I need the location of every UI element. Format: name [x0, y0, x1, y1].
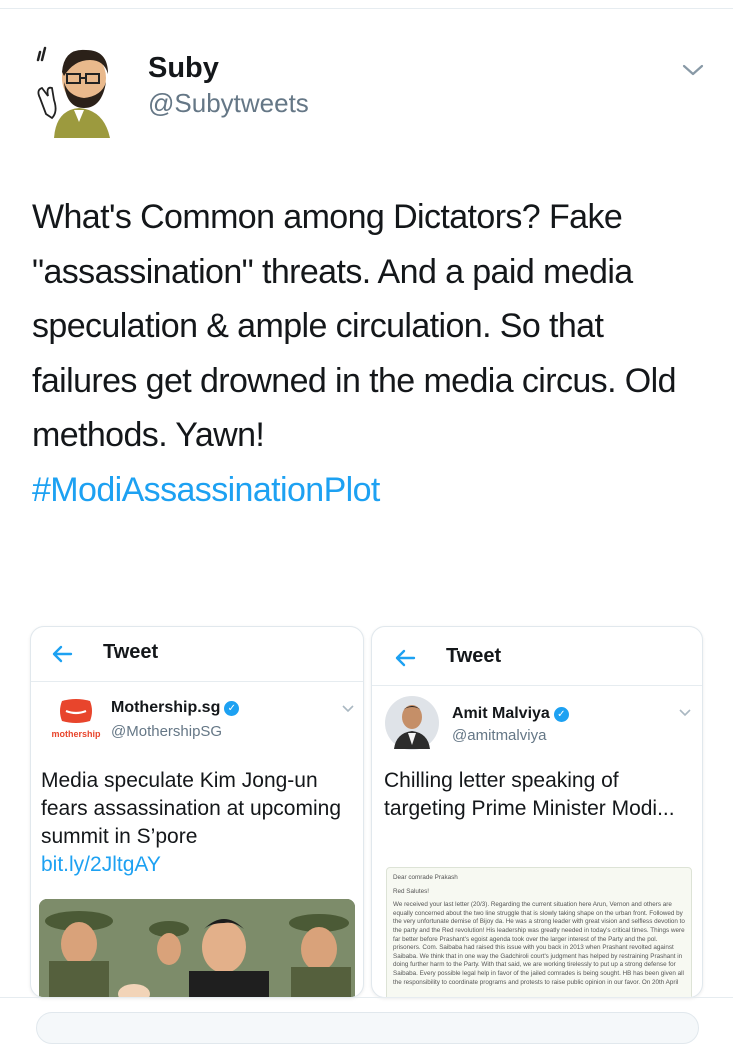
author-handle[interactable]: @Subytweets — [148, 88, 309, 119]
embedded-screenshot-left[interactable]: Tweet mothership Mothership.sg ✓ @Mothers… — [30, 626, 364, 998]
tweet-body: What's Common among Dictators? Fake "ass… — [32, 198, 676, 454]
quoted-tweet-link: bit.ly/2JltgAY — [41, 853, 161, 876]
top-divider — [0, 8, 733, 9]
hashtag-link[interactable]: #ModiAssassinationPlot — [32, 463, 712, 518]
mothership-logo-text: mothership — [51, 729, 101, 739]
quoted-author-avatar — [385, 696, 439, 750]
quoted-author-name: Amit Malviya ✓ — [452, 705, 569, 723]
screenshot-nav-title: Tweet — [103, 641, 159, 663]
letter-body: We received your last letter (20/3). Reg… — [393, 901, 685, 986]
letter-greeting: Red Salutes! — [393, 887, 430, 895]
verified-badge-icon: ✓ — [224, 701, 240, 716]
bottom-divider — [0, 997, 733, 998]
screenshot-nav-title: Tweet — [446, 645, 502, 667]
chevron-down-icon — [342, 705, 354, 713]
screenshot-nav-bar: Tweet — [372, 627, 702, 686]
letter-image: Dear comrade Prakash Red Salutes! We rec… — [386, 867, 692, 997]
embedded-screenshot-right[interactable]: Tweet Amit Malviya ✓ @amitmalviya Chillin… — [371, 626, 703, 998]
mothership-logo: mothership — [51, 699, 101, 739]
quoted-tweet-text: Chilling letter speaking of targeting Pr… — [384, 769, 675, 820]
reply-input[interactable] — [36, 1012, 699, 1044]
author-avatar[interactable] — [34, 38, 124, 138]
chevron-down-icon — [679, 709, 691, 717]
tweet-text: What's Common among Dictators? Fake "ass… — [32, 190, 712, 517]
chevron-down-icon[interactable] — [678, 55, 708, 85]
quoted-tweet-body: Media speculate Kim Jong-un fears assass… — [41, 769, 341, 848]
quoted-author-handle: @amitmalviya — [452, 727, 547, 744]
quoted-author-handle: @MothershipSG — [111, 723, 223, 740]
back-arrow-icon — [52, 645, 73, 663]
news-photo — [39, 899, 355, 997]
letter-salutation: Dear comrade Prakash — [393, 874, 458, 881]
back-arrow-icon — [395, 649, 416, 667]
screenshot-nav-bar: Tweet — [31, 627, 363, 682]
quoted-tweet-text: Media speculate Kim Jong-un fears assass… — [41, 767, 341, 879]
verified-badge-icon: ✓ — [553, 707, 569, 722]
author-name[interactable]: Suby — [148, 52, 219, 85]
quoted-author-name: Mothership.sg ✓ — [111, 699, 240, 717]
